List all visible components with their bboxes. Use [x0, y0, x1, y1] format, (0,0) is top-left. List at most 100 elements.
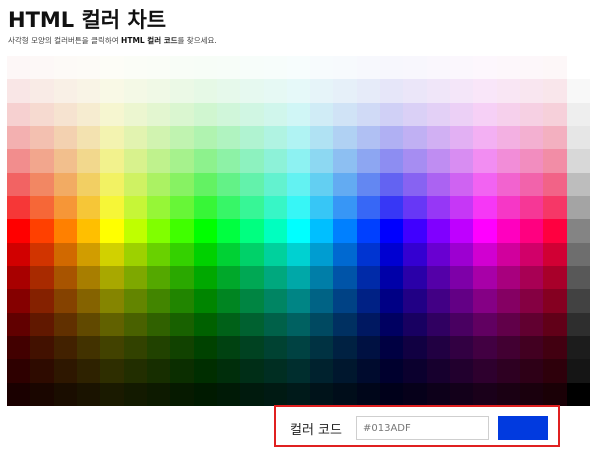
color-cell[interactable] [7, 172, 31, 196]
color-cell[interactable] [170, 289, 194, 313]
color-cell[interactable] [450, 242, 474, 266]
color-cell[interactable] [216, 102, 241, 126]
color-cell[interactable] [310, 126, 334, 150]
color-cell[interactable] [380, 102, 404, 126]
color-cell[interactable] [30, 79, 54, 103]
color-cell[interactable] [146, 382, 171, 406]
color-cell[interactable] [496, 312, 521, 336]
color-cell[interactable] [240, 196, 264, 220]
color-cell[interactable] [473, 79, 497, 103]
color-cell[interactable] [543, 266, 567, 290]
color-cell[interactable] [123, 242, 147, 266]
color-cell[interactable] [286, 196, 311, 220]
color-cell[interactable] [380, 56, 404, 80]
color-cell[interactable] [566, 219, 590, 243]
color-cell[interactable] [403, 102, 427, 126]
color-cell[interactable] [426, 359, 451, 383]
color-cell[interactable] [450, 149, 474, 173]
color-cell[interactable] [30, 219, 54, 243]
color-cell[interactable] [450, 312, 474, 336]
color-cell[interactable] [7, 79, 31, 103]
color-cell[interactable] [450, 382, 474, 406]
color-cell[interactable] [496, 242, 521, 266]
color-cell[interactable] [333, 79, 357, 103]
color-cell[interactable] [426, 289, 451, 313]
color-cell[interactable] [380, 289, 404, 313]
color-cell[interactable] [30, 56, 54, 80]
color-cell[interactable] [333, 172, 357, 196]
color-cell[interactable] [473, 149, 497, 173]
color-cell[interactable] [286, 336, 311, 360]
color-cell[interactable] [263, 196, 287, 220]
color-cell[interactable] [53, 219, 77, 243]
color-cell[interactable] [53, 56, 77, 80]
color-cell[interactable] [263, 56, 287, 80]
color-cell[interactable] [216, 382, 241, 406]
color-cell[interactable] [520, 79, 544, 103]
color-cell[interactable] [170, 242, 194, 266]
color-cell[interactable] [216, 219, 241, 243]
color-cell[interactable] [76, 336, 101, 360]
color-cell[interactable] [356, 382, 381, 406]
color-cell[interactable] [7, 312, 31, 336]
color-cell[interactable] [7, 102, 31, 126]
color-cell[interactable] [426, 172, 451, 196]
color-cell[interactable] [403, 79, 427, 103]
color-cell[interactable] [123, 382, 147, 406]
color-cell[interactable] [333, 102, 357, 126]
color-cell[interactable] [193, 359, 217, 383]
color-cell[interactable] [170, 382, 194, 406]
color-cell[interactable] [403, 172, 427, 196]
color-cell[interactable] [240, 359, 264, 383]
color-cell[interactable] [450, 289, 474, 313]
color-cell[interactable] [286, 266, 311, 290]
color-cell[interactable] [426, 219, 451, 243]
color-cell[interactable] [170, 79, 194, 103]
color-cell[interactable] [496, 126, 521, 150]
color-cell[interactable] [496, 336, 521, 360]
color-cell[interactable] [450, 336, 474, 360]
color-cell[interactable] [76, 266, 101, 290]
color-cell[interactable] [193, 126, 217, 150]
color-cell[interactable] [543, 126, 567, 150]
color-cell[interactable] [170, 312, 194, 336]
color-cell[interactable] [53, 336, 77, 360]
color-cell[interactable] [263, 266, 287, 290]
color-cell[interactable] [380, 172, 404, 196]
color-cell[interactable] [356, 242, 381, 266]
color-cell[interactable] [333, 336, 357, 360]
color-cell[interactable] [403, 149, 427, 173]
color-cell[interactable] [240, 266, 264, 290]
color-cell[interactable] [356, 56, 381, 80]
color-cell[interactable] [426, 79, 451, 103]
color-cell[interactable] [566, 242, 590, 266]
color-cell[interactable] [310, 196, 334, 220]
color-cell[interactable] [123, 336, 147, 360]
color-cell[interactable] [123, 359, 147, 383]
color-cell[interactable] [216, 126, 241, 150]
color-cell[interactable] [520, 196, 544, 220]
color-cell[interactable] [30, 242, 54, 266]
color-cell[interactable] [333, 56, 357, 80]
color-cell[interactable] [450, 102, 474, 126]
color-cell[interactable] [7, 382, 31, 406]
color-cell[interactable] [216, 172, 241, 196]
color-cell[interactable] [333, 266, 357, 290]
color-cell[interactable] [216, 336, 241, 360]
color-cell[interactable] [310, 289, 334, 313]
color-cell[interactable] [216, 196, 241, 220]
color-cell[interactable] [473, 312, 497, 336]
color-cell[interactable] [356, 149, 381, 173]
color-cell[interactable] [240, 382, 264, 406]
color-cell[interactable] [403, 289, 427, 313]
color-cell[interactable] [7, 126, 31, 150]
color-cell[interactable] [263, 126, 287, 150]
color-cell[interactable] [263, 102, 287, 126]
color-cell[interactable] [263, 359, 287, 383]
color-cell[interactable] [310, 102, 334, 126]
color-cell[interactable] [146, 102, 171, 126]
color-cell[interactable] [123, 102, 147, 126]
color-cell[interactable] [496, 219, 521, 243]
color-cell[interactable] [496, 289, 521, 313]
color-cell[interactable] [380, 79, 404, 103]
